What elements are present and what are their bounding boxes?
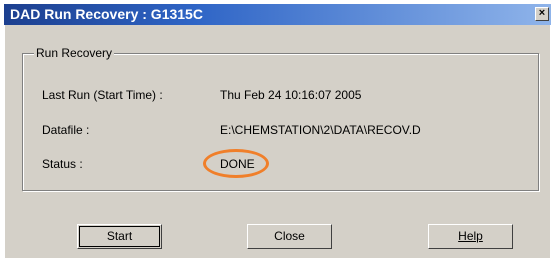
last-run-label: Last Run (Start Time) :: [42, 88, 163, 102]
last-run-value: Thu Feb 24 10:16:07 2005: [220, 88, 362, 102]
run-recovery-group-title: Run Recovery: [34, 46, 115, 60]
close-button[interactable]: Close: [247, 224, 332, 249]
dad-run-recovery-window: DAD Run Recovery : G1315C × Run Recovery…: [4, 4, 551, 259]
status-highlight-circle: [203, 149, 269, 178]
start-button[interactable]: Start: [77, 224, 162, 249]
help-button[interactable]: Help: [428, 224, 513, 249]
title-bar: DAD Run Recovery : G1315C ×: [4, 4, 551, 25]
run-recovery-groupbox: [22, 53, 539, 191]
datafile-value: E:\CHEMSTATION\2\DATA\RECOV.D: [220, 123, 421, 137]
window-title: DAD Run Recovery : G1315C: [10, 6, 203, 22]
status-label: Status :: [42, 157, 83, 171]
close-icon[interactable]: ×: [535, 7, 549, 21]
datafile-label: Datafile :: [42, 123, 90, 137]
